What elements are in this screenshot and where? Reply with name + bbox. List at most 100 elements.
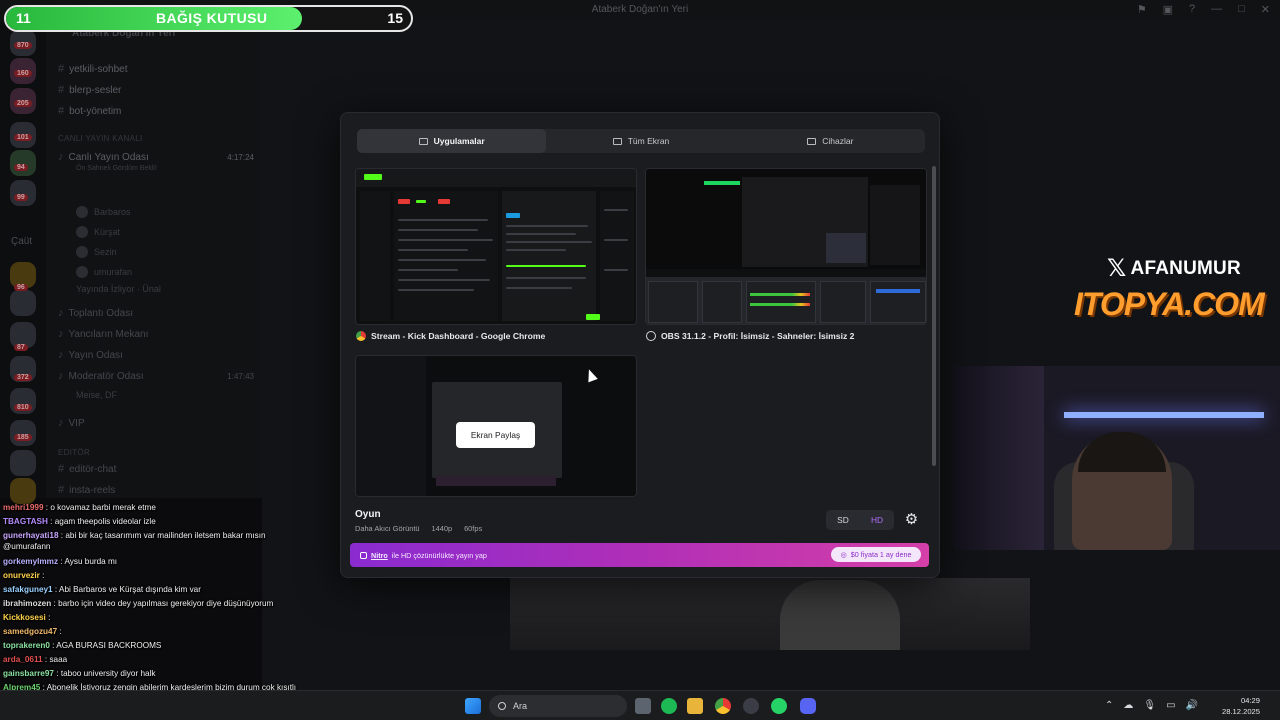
spotify-icon[interactable]	[661, 698, 677, 714]
voice-member[interactable]: Barbaros	[76, 206, 131, 218]
chrome-icon	[356, 331, 366, 341]
server-icon[interactable]	[10, 450, 36, 476]
nitro-link[interactable]: Nitro	[371, 551, 388, 560]
channel-item[interactable]: # bot-yönetim	[58, 102, 254, 120]
chat-username: TBAGTASH	[3, 517, 48, 526]
chat-text: : taboo university diyor halk	[56, 669, 156, 678]
chat-text: :	[42, 571, 45, 580]
file-explorer-icon[interactable]	[687, 698, 703, 714]
channel-item[interactable]: # editör-chat	[58, 460, 254, 478]
x-logo-icon: 𝕏	[1107, 255, 1127, 282]
channel-item[interactable]: # yetkili-sohbet	[58, 60, 254, 78]
chat-text: : Abi Barbaros ve Kürşat dışında kim var	[54, 585, 201, 594]
voice-channel-live[interactable]: ♪ Canlı Yayın Odası 4:17:24	[58, 148, 254, 166]
voice-channel[interactable]: ♪ Moderatör Odası 1:47:43	[58, 367, 254, 385]
quality-hd-option[interactable]: HD	[860, 515, 894, 525]
chat-username: safakguney1	[3, 585, 53, 594]
inbox-icon[interactable]: ⚑	[1137, 3, 1147, 16]
network-icon[interactable]: ▭	[1166, 700, 1175, 711]
maximize-icon[interactable]: □	[1238, 3, 1245, 16]
hash-icon: #	[58, 63, 65, 75]
tab-full-screen[interactable]: Tüm Ekran	[546, 129, 735, 153]
chat-text: : agam theepolis videolar izle	[50, 517, 156, 526]
voice-channel[interactable]: ♪ VIP	[58, 414, 254, 432]
server-icon[interactable]	[10, 420, 36, 446]
share-screen-button[interactable]: Ekran Paylaş	[456, 422, 535, 448]
voice-member[interactable]: Sezin	[76, 246, 117, 258]
source-tile-chrome[interactable]: Stream - Kick Dashboard - Google Chrome	[355, 168, 637, 348]
source-tile-obs[interactable]: OBS 31.1.2 - Profil: İsimsiz - Sahneler:…	[645, 168, 927, 348]
sponsor-logo: ITOPYA.COM	[1074, 286, 1265, 322]
game-title: Oyun	[355, 509, 381, 520]
server-icon[interactable]	[10, 290, 36, 316]
chevron-up-icon[interactable]: ⌃	[1105, 700, 1113, 711]
hash-icon: #	[58, 463, 65, 475]
discord-icon[interactable]	[800, 698, 816, 714]
category-label[interactable]: CANLI YAYIN KANALI	[58, 134, 143, 143]
category-label[interactable]: Editör	[58, 448, 90, 457]
minimize-icon[interactable]: —	[1211, 3, 1222, 16]
search-icon	[498, 702, 506, 710]
window-icon	[418, 137, 428, 145]
server-badge: 87	[14, 344, 28, 351]
task-view-icon[interactable]	[635, 698, 651, 714]
taskbar-search[interactable]: Ara	[489, 695, 627, 717]
server-badge: 160	[14, 70, 32, 77]
grid-scrollbar[interactable]	[932, 166, 936, 466]
channel-item[interactable]: # insta-reels	[58, 481, 254, 499]
hash-icon: #	[58, 84, 65, 96]
source-thumbnail	[645, 168, 927, 325]
server-badge: 870	[14, 42, 32, 49]
tab-devices[interactable]: Cihazlar	[736, 129, 925, 153]
server-rail: 870 160 205 101 94 99 Çaüt 96 87 372 810…	[0, 22, 46, 504]
chat-username: samedgozu47	[3, 627, 58, 636]
server-icon[interactable]	[10, 180, 36, 206]
close-icon[interactable]: ✕	[1261, 3, 1270, 16]
voice-member[interactable]: Meise, DF	[76, 390, 117, 400]
speaker-icon: ♪	[58, 328, 64, 340]
chat-username: ibrahimozen	[3, 599, 52, 608]
voice-member[interactable]: Yayında İzliyor · Ünal	[76, 284, 161, 294]
chat-message: Kickkosesi :	[3, 612, 300, 623]
whatsapp-icon[interactable]	[771, 698, 787, 714]
channel-list: Ataberk Doğan'ın Yeri # yetkili-sohbet # b…	[46, 22, 262, 498]
screen-icon[interactable]: ▣	[1163, 3, 1173, 16]
chrome-icon[interactable]	[715, 698, 731, 714]
gear-icon[interactable]: ⚙	[903, 511, 920, 528]
live-room-status: Ön Sahneli Gördüm Bekli!	[76, 165, 157, 172]
voice-channel[interactable]: ♪ Toplantı Odası	[58, 304, 254, 322]
voice-member[interactable]: umurafan	[76, 266, 132, 278]
taskbar-clock[interactable]: 04:29 28.12.2025	[1222, 695, 1260, 717]
chat-username: toprakeren0	[3, 641, 50, 650]
donation-bar: 11 BAĞIŞ KUTUSU 15	[4, 5, 413, 32]
speaker-icon: ♪	[58, 417, 64, 429]
help-icon[interactable]: ?	[1189, 3, 1195, 16]
chat-username: gunerhayati18	[3, 531, 59, 540]
webcam-feed-bottom	[510, 578, 1030, 650]
server-icon[interactable]	[10, 150, 36, 176]
chat-message: mehri1999 : o kovamaz barbi merak etme	[3, 502, 300, 513]
volume-icon[interactable]: 🔊	[1186, 700, 1198, 711]
chat-message: onurvezir :	[3, 570, 300, 581]
stream-settings-summary: Daha Akıcı Görüntü 1440p 60fps	[355, 524, 483, 533]
voice-channel[interactable]: ♪ Yancıların Mekanı	[58, 325, 254, 343]
monitor-icon	[612, 137, 622, 145]
quality-sd-option[interactable]: SD	[826, 515, 860, 525]
nitro-trial-button[interactable]: ◎ $0 fiyata 1 ay dene	[831, 547, 921, 562]
chat-message: ibrahimozen : barbo için video dey yapıl…	[3, 598, 300, 609]
cloud-icon[interactable]: ☁	[1123, 700, 1133, 711]
chat-username: onurvezir	[3, 571, 40, 580]
voice-member[interactable]: Kürşat	[76, 226, 120, 238]
obs-icon[interactable]	[743, 698, 759, 714]
source-grid: Stream - Kick Dashboard - Google Chrome	[355, 168, 933, 503]
microphone-icon[interactable]: 🎙	[1143, 700, 1156, 711]
channel-item[interactable]: # blerp-sesler	[58, 81, 254, 99]
tab-applications[interactable]: Uygulamalar	[357, 129, 547, 153]
donation-goal: 15	[387, 10, 403, 26]
start-icon[interactable]	[465, 698, 481, 714]
avatar	[76, 246, 88, 258]
voice-channel[interactable]: ♪ Yayın Odası	[58, 346, 254, 364]
screen: Ataberk Doğan'ın Yeri ⚑ ▣ ? — □ ✕ 870 16…	[0, 0, 1280, 720]
clock-time: 04:29	[1240, 696, 1260, 705]
chat-message: arda_0611 : saaa	[3, 654, 300, 665]
